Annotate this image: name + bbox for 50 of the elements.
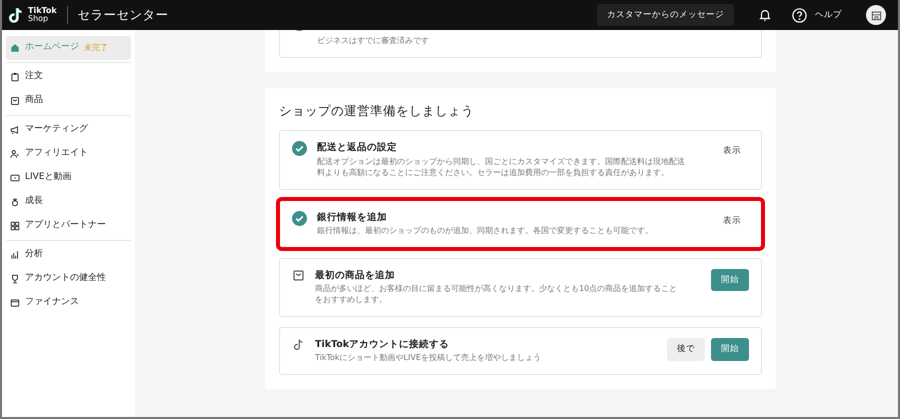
help-link[interactable]: ヘルプ <box>815 8 842 22</box>
store-avatar[interactable] <box>866 5 886 25</box>
status-label: 未完了 <box>84 42 108 54</box>
sidebar-item[interactable]: アカウントの健全性 <box>6 267 131 291</box>
logo-text: TikTok <box>28 7 57 15</box>
video-icon <box>10 173 20 183</box>
task-description: ビジネスはすでに審査済みです <box>317 35 429 47</box>
start-button[interactable]: 開始 <box>711 268 749 292</box>
sidebar-item[interactable]: 成長 <box>6 190 131 214</box>
people-icon <box>10 149 20 159</box>
sidebar-item[interactable]: 分析 <box>6 243 131 267</box>
view-link[interactable]: 表示 <box>715 141 749 162</box>
check-circle-icon <box>292 141 307 156</box>
megaphone-icon <box>10 125 20 135</box>
task-description: TikTokにショート動画やLIVEを投稿して売上を増やしましょう <box>315 352 542 364</box>
view-link[interactable]: 表示 <box>715 210 749 232</box>
section-title: ショップの運営準備をしましょう <box>279 102 475 120</box>
app-title: セラーセンター <box>66 6 169 24</box>
sidebar-item[interactable]: ファイナンス <box>6 291 131 315</box>
check-circle-icon <box>292 210 307 226</box>
help-icon[interactable] <box>792 8 807 22</box>
task-description: 配送オプションは最初のショップから同期し、国ごとにカスタマイズできます。国際配送料は現地配送料よりも高額になることにご注意ください。セラーは追加費用の一部を負担する責任があります。 <box>317 156 685 179</box>
task-title: 銀行情報を追加 <box>317 210 388 225</box>
music-note-logo-icon <box>8 6 24 24</box>
messages-button[interactable]: カスタマーからのメッセージ <box>597 4 734 26</box>
box-icon <box>10 96 20 106</box>
sidebar-item[interactable]: LIVEと動画 <box>6 166 131 190</box>
clipboard-icon <box>10 72 20 82</box>
sidebar-item[interactable]: 注文 <box>6 65 131 89</box>
sidebar-item[interactable]: 商品 <box>6 89 131 113</box>
box-icon <box>292 268 305 282</box>
sidebar-item[interactable]: アプリとパートナー <box>6 214 131 238</box>
house-icon <box>10 43 20 53</box>
logo-subtext: Shop <box>28 15 50 23</box>
start-button[interactable]: 開始 <box>711 338 749 361</box>
task-title: 配送と返品の設定 <box>317 141 398 156</box>
sidebar-item[interactable]: マーケティング <box>6 118 131 142</box>
task-description: 銀行情報は、最初のショップのものが追加、同期されます。各国で変更することも可能です。 <box>317 225 654 237</box>
task-title: TikTokアカウントに接続する <box>315 338 450 352</box>
task-title: 最初の商品を追加 <box>315 268 396 283</box>
later-button[interactable]: 後で <box>667 338 705 361</box>
trophy-icon <box>10 274 20 284</box>
sidebar-item[interactable]: アフィリエイト <box>6 142 131 166</box>
store-icon <box>870 10 882 20</box>
bell-icon[interactable] <box>758 8 772 22</box>
music-note-icon <box>292 338 305 352</box>
task-description: 商品が多いほど、お客様の目に留まる可能性が高くなります。少なくとも10点の商品を追加することをおすすめします。 <box>315 282 678 306</box>
apps-icon <box>10 221 20 231</box>
bar-chart-icon <box>10 250 20 260</box>
wallet-icon <box>10 298 20 308</box>
